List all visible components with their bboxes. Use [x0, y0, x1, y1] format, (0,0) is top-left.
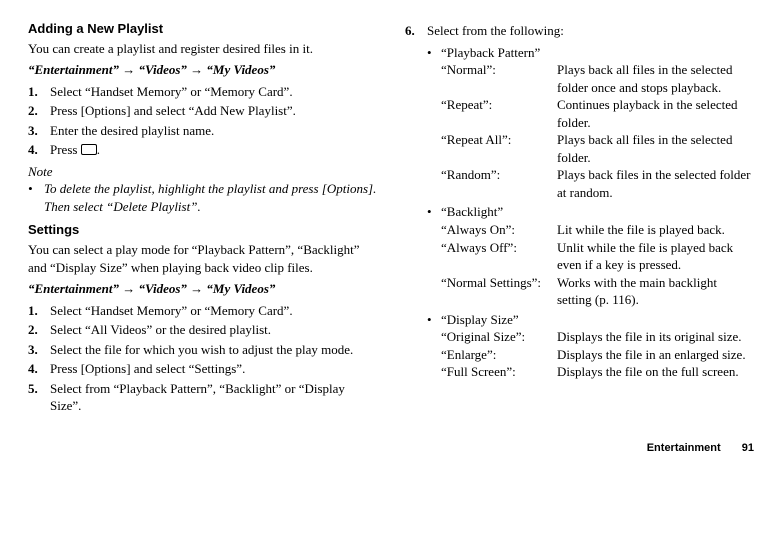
option-desc: Displays the file in an enlarged size. [557, 346, 754, 364]
option-desc: Continues playback in the selected folde… [557, 96, 754, 131]
step-num: 1. [28, 83, 50, 101]
option-label: “Enlarge”: [441, 346, 557, 364]
option-label: “Always Off”: [441, 239, 557, 274]
step-text: Press [Options] and select “Settings”. [50, 360, 245, 378]
steps-settings: 1.Select “Handset Memory” or “Memory Car… [28, 302, 377, 415]
step-num: 3. [28, 122, 50, 140]
step-num: 2. [28, 102, 50, 120]
step-num: 1. [28, 302, 50, 320]
option-desc: Works with the main backlight setting (p… [557, 274, 754, 309]
key-icon [81, 144, 97, 155]
option-label: “Always On”: [441, 221, 557, 239]
step-num: 5. [28, 380, 50, 415]
bullet-icon: • [28, 180, 44, 215]
note-list: •To delete the playlist, highlight the p… [28, 180, 377, 215]
footer-page-number: 91 [742, 442, 754, 454]
option-desc: Plays back all files in the selected fol… [557, 61, 754, 96]
left-column: Adding a New Playlist You can create a p… [28, 20, 377, 419]
option-label: “Repeat All”: [441, 131, 557, 166]
step-text: Select “Handset Memory” or “Memory Card”… [50, 302, 293, 320]
heading-add-playlist: Adding a New Playlist [28, 20, 377, 38]
step-num: 4. [28, 141, 50, 159]
step-text: Select the file for which you wish to ad… [50, 341, 353, 359]
option-group-backlight: • “Backlight” “Always On”:Lit while the … [427, 203, 754, 308]
step-text: Enter the desired playlist name. [50, 122, 214, 140]
steps-continued: 6.Select from the following: [405, 22, 754, 40]
footer-section: Entertainment [647, 442, 721, 454]
option-label: “Random”: [441, 166, 557, 201]
option-desc: Plays back all files in the selected fol… [557, 131, 754, 166]
page-footer: Entertainment 91 [28, 441, 754, 456]
step-text: Select “Handset Memory” or “Memory Card”… [50, 83, 293, 101]
group-title: “Playback Pattern” [441, 44, 754, 62]
steps-add-playlist: 1.Select “Handset Memory” or “Memory Car… [28, 83, 377, 159]
step-text: Press . [50, 141, 100, 159]
step-text: Press [Options] and select “Add New Play… [50, 102, 296, 120]
step-num: 4. [28, 360, 50, 378]
nav-path-2: “Entertainment” → “Videos” → “My Videos” [28, 280, 377, 298]
option-label: “Normal”: [441, 61, 557, 96]
option-group-playback: • “Playback Pattern” “Normal”:Plays back… [427, 44, 754, 202]
settings-intro: You can select a play mode for “Playback… [28, 241, 377, 276]
option-desc: Plays back files in the selected folder … [557, 166, 754, 201]
step-num: 6. [405, 22, 427, 40]
right-column: 6.Select from the following: • “Playback… [405, 20, 754, 419]
bullet-icon: • [427, 44, 441, 202]
option-label: “Repeat”: [441, 96, 557, 131]
step-num: 3. [28, 341, 50, 359]
option-desc: Lit while the file is played back. [557, 221, 754, 239]
option-label: “Full Screen”: [441, 363, 557, 381]
step-num: 2. [28, 321, 50, 339]
nav-path-1: “Entertainment” → “Videos” → “My Videos” [28, 61, 377, 79]
heading-settings: Settings [28, 221, 377, 239]
option-desc: Displays the file on the full screen. [557, 363, 754, 381]
step-text: Select from the following: [427, 22, 564, 40]
group-title: “Backlight” [441, 203, 754, 221]
group-title: “Display Size” [441, 311, 754, 329]
step-text: Select “All Videos” or the desired playl… [50, 321, 271, 339]
bullet-icon: • [427, 203, 441, 308]
option-desc: Unlit while the file is played back even… [557, 239, 754, 274]
note-heading: Note [28, 163, 377, 181]
step-text: Select from “Playback Pattern”, “Backlig… [50, 380, 377, 415]
option-group-display: • “Display Size” “Original Size”:Display… [427, 311, 754, 381]
bullet-icon: • [427, 311, 441, 381]
option-label: “Original Size”: [441, 328, 557, 346]
option-label: “Normal Settings”: [441, 274, 557, 309]
note-text: To delete the playlist, highlight the pl… [44, 180, 377, 215]
intro-text: You can create a playlist and register d… [28, 40, 377, 58]
option-desc: Displays the file in its original size. [557, 328, 754, 346]
